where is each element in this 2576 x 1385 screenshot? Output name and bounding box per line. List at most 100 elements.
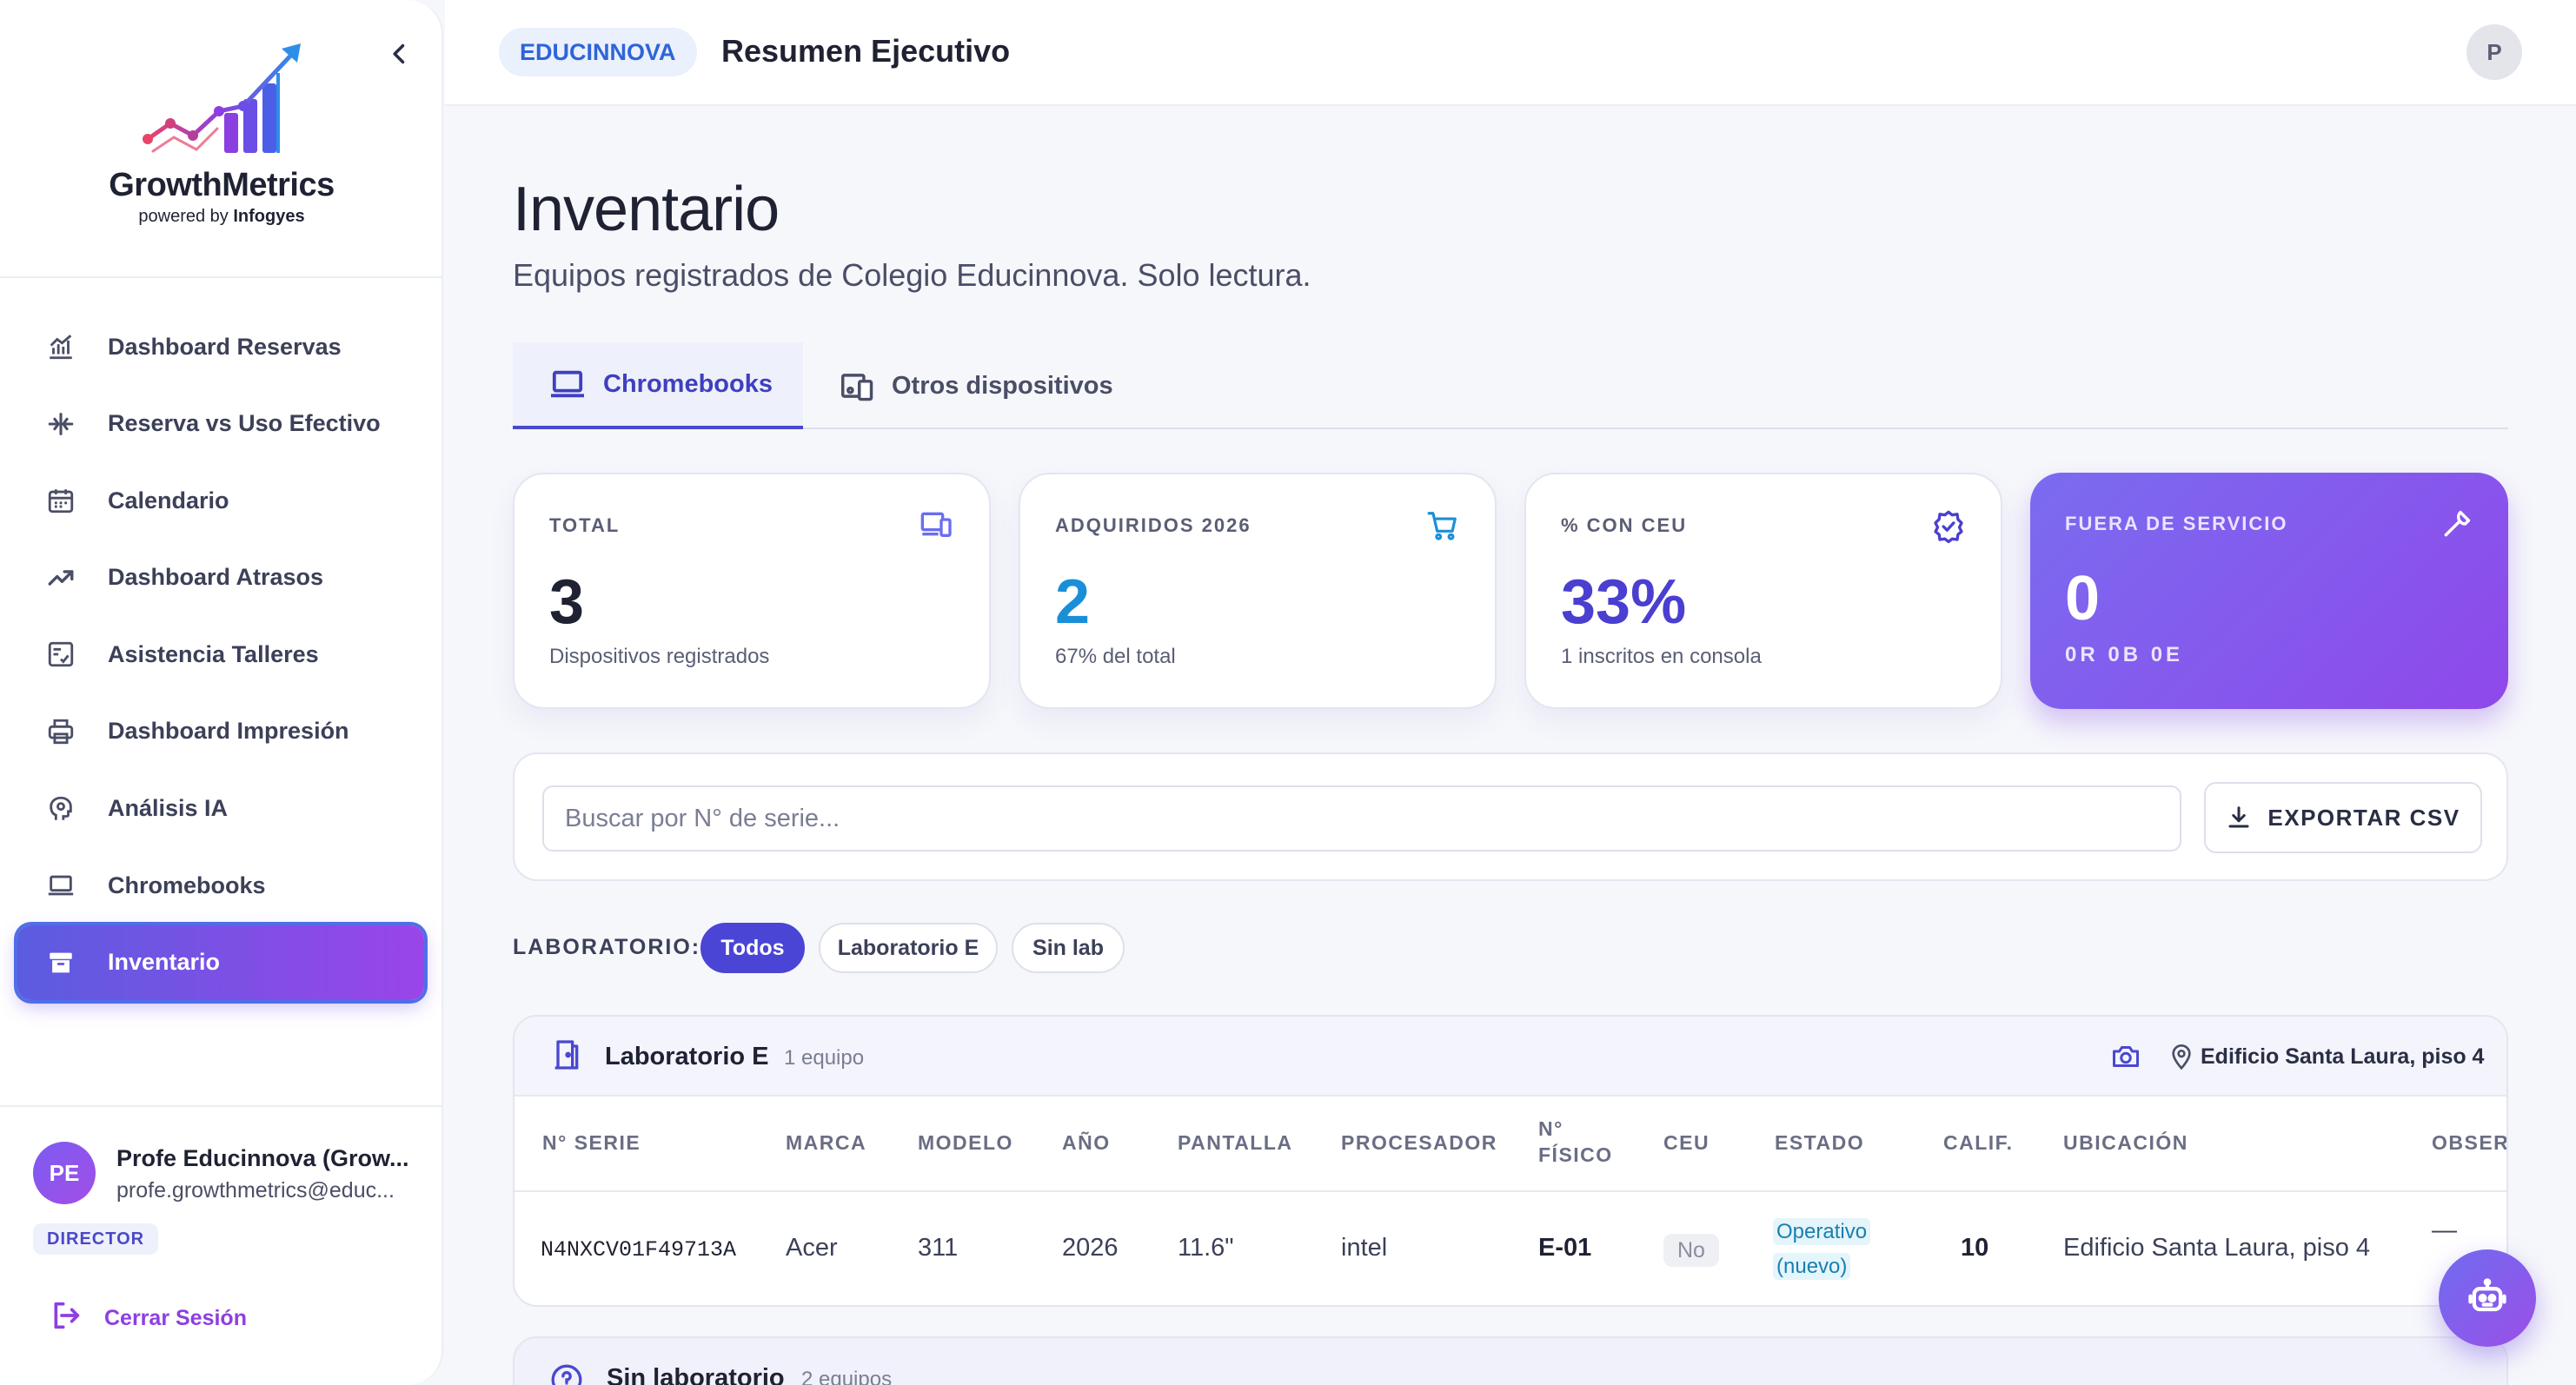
page-title: Inventario <box>513 175 780 244</box>
sidebar-item-dashboard-atrasos[interactable]: Dashboard Atrasos <box>17 540 424 615</box>
cell-serie: N4NXCV01F49713A <box>541 1237 737 1262</box>
lab-group-header: Laboratorio E 1 equipo Edificio Santa La… <box>515 1017 2506 1097</box>
sidebar-item-label: Dashboard Impresión <box>108 718 349 745</box>
calendar-icon <box>43 483 78 518</box>
collapse-sidebar-button[interactable] <box>381 35 419 73</box>
col-header-modelo[interactable]: MODELO <box>918 1130 1013 1156</box>
camera-icon[interactable] <box>2110 1041 2141 1077</box>
lab-group-name: Laboratorio E <box>605 1043 769 1070</box>
logout-icon <box>49 1298 83 1339</box>
stat-value: 3 <box>549 567 585 637</box>
cart-icon <box>1425 509 1460 547</box>
stat-note: 67% del total <box>1055 645 1176 668</box>
col-header-anio[interactable]: AÑO <box>1062 1130 1111 1156</box>
col-header-fisico[interactable]: N° FÍSICO <box>1538 1116 1613 1168</box>
lab-group-name: Sin laboratorio <box>607 1364 785 1385</box>
ceu-badge: No <box>1663 1234 1719 1267</box>
search-input[interactable] <box>542 785 2181 852</box>
laptop-icon <box>548 368 588 401</box>
filter-chip-sin-lab[interactable]: Sin lab <box>1012 923 1125 973</box>
sidebar-item-label: Reserva vs Uso Efectivo <box>108 410 381 437</box>
lab-group-panel-sin-laboratorio[interactable]: Sin laboratorio 2 equipos <box>513 1336 2508 1385</box>
sidebar-item-label: Chromebooks <box>108 871 266 898</box>
stat-card-con-ceu: % CON CEU 33% 1 inscritos en consola <box>1524 473 2002 709</box>
logout-button[interactable]: Cerrar Sesión <box>49 1298 247 1339</box>
cell-observ: — <box>2432 1216 2457 1244</box>
estado-line-1: Operativo <box>1773 1218 1871 1245</box>
lab-group-count: 2 equipos <box>801 1368 893 1385</box>
stat-label: ADQUIRIDOS 2026 <box>1055 514 1251 536</box>
stat-card-adquiridos: ADQUIRIDOS 2026 2 67% del total <box>1019 473 1497 709</box>
sidebar-item-label: Análisis IA <box>108 795 229 822</box>
filter-chip-todos[interactable]: Todos <box>700 923 805 973</box>
table-header-divider <box>515 1190 2506 1192</box>
cell-ubicacion: Edificio Santa Laura, piso 4 <box>2063 1234 2371 1262</box>
cell-calif: 10 <box>1961 1234 1989 1262</box>
sidebar-item-label: Dashboard Atrasos <box>108 564 324 591</box>
user-email: profe.growthmetrics@educ... <box>116 1178 395 1203</box>
col-header-procesador[interactable]: PROCESADOR <box>1341 1130 1497 1156</box>
search-panel: EXPORTAR CSV <box>513 752 2508 881</box>
trending-up-icon <box>43 560 78 595</box>
location-pin-icon <box>2168 1041 2195 1077</box>
cell-procesador: intel <box>1341 1234 1388 1262</box>
assistant-bot-button[interactable] <box>2439 1249 2536 1347</box>
sidebar-item-asistencia-talleres[interactable]: Asistencia Talleres <box>17 617 424 692</box>
role-badge: DIRECTOR <box>33 1223 159 1255</box>
col-header-marca[interactable]: MARCA <box>786 1130 866 1156</box>
col-header-pantalla[interactable]: PANTALLA <box>1178 1130 1293 1156</box>
export-csv-label: EXPORTAR CSV <box>2267 804 2460 831</box>
sidebar-item-inventario[interactable]: Inventario <box>17 924 424 1000</box>
brand-powered-company: Infogyes <box>233 207 305 226</box>
sidebar-item-dashboard-impresion[interactable]: Dashboard Impresión <box>17 694 424 769</box>
laptop-icon <box>43 868 78 903</box>
compare-arrows-icon <box>43 407 78 441</box>
stat-card-total: TOTAL 3 Dispositivos registrados <box>513 473 991 709</box>
verified-badge-icon <box>1931 509 1966 548</box>
stat-note: Dispositivos registrados <box>549 645 770 668</box>
printer-icon <box>43 714 78 749</box>
export-csv-button[interactable]: EXPORTAR CSV <box>2204 782 2482 853</box>
top-avatar[interactable]: P <box>2466 24 2522 80</box>
col-header-observ[interactable]: OBSERV <box>2432 1130 2506 1156</box>
bar-chart-icon <box>43 329 78 364</box>
archive-box-icon <box>43 945 78 980</box>
sidebar-item-chromebooks[interactable]: Chromebooks <box>17 848 424 923</box>
sidebar-item-label: Inventario <box>108 949 221 976</box>
col-header-ceu[interactable]: CEU <box>1663 1130 1710 1156</box>
stat-label: % CON CEU <box>1561 514 1688 536</box>
col-header-serie[interactable]: N° SERIE <box>542 1130 641 1156</box>
sidebar-item-analisis-ia[interactable]: Análisis IA <box>17 772 424 846</box>
devices-icon <box>840 369 876 402</box>
lab-group-location: Edificio Santa Laura, piso 4 <box>2201 1044 2485 1069</box>
robot-icon <box>2468 1278 2506 1312</box>
question-circle-icon <box>549 1362 584 1385</box>
stat-value: 33% <box>1561 567 1687 637</box>
filter-label: LABORATORIO: <box>513 935 701 959</box>
sidebar-divider <box>0 1105 442 1107</box>
sidebar-item-label: Dashboard Reservas <box>108 333 342 360</box>
download-icon <box>2226 805 2252 831</box>
org-badge[interactable]: EDUCINNOVA <box>499 28 697 76</box>
user-avatar[interactable]: PE <box>33 1142 96 1204</box>
page-subtitle: Equipos registrados de Colegio Educinnov… <box>513 257 1311 293</box>
sidebar-item-dashboard-reservas[interactable]: Dashboard Reservas <box>17 309 424 384</box>
wrench-icon <box>2440 507 2473 545</box>
top-bar: EDUCINNOVA Resumen Ejecutivo P <box>445 0 2576 106</box>
growth-chart-logo-icon <box>143 43 301 153</box>
stat-note: 1 inscritos en consola <box>1561 645 1762 668</box>
cell-fisico: E-01 <box>1538 1234 1592 1262</box>
sidebar-divider <box>0 276 442 278</box>
tab-chromebooks[interactable]: Chromebooks <box>513 342 803 429</box>
filter-chip-laboratorio-e[interactable]: Laboratorio E <box>819 923 998 973</box>
sidebar-item-reserva-vs-uso[interactable]: Reserva vs Uso Efectivo <box>17 387 424 461</box>
estado-badge: Operativo (nuevo) <box>1773 1215 1889 1284</box>
col-header-calif[interactable]: CALIF. <box>1943 1130 2014 1156</box>
col-header-ubicacion[interactable]: UBICACIÓN <box>2063 1130 2188 1156</box>
col-header-estado[interactable]: ESTADO <box>1775 1130 1864 1156</box>
tab-otros-dispositivos[interactable]: Otros dispositivos <box>840 342 1113 429</box>
sidebar: GrowthMetrics powered by Infogyes Dashbo… <box>0 0 443 1385</box>
sidebar-item-calendario[interactable]: Calendario <box>17 463 424 538</box>
cell-marca: Acer <box>786 1234 838 1262</box>
stat-value: 0 <box>2065 564 2101 633</box>
